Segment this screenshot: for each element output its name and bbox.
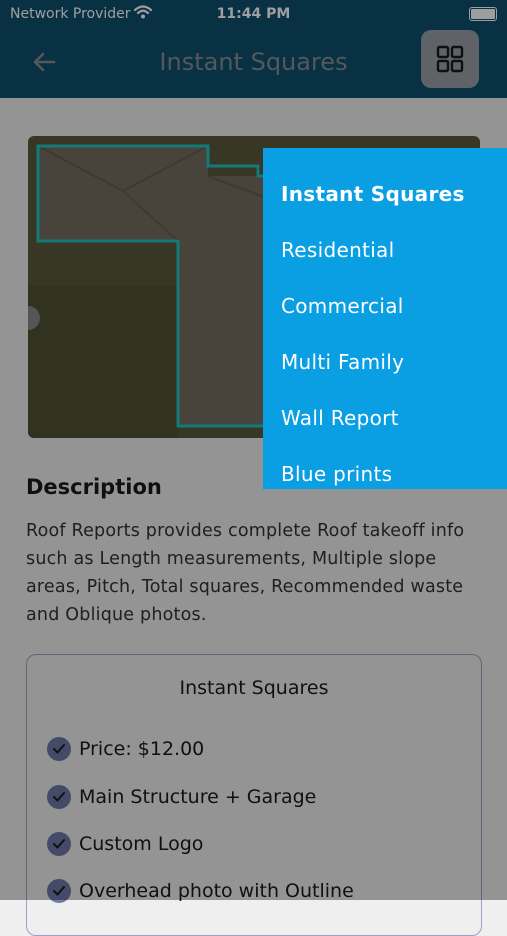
menu-item-multi-family[interactable]: Multi Family <box>281 350 404 374</box>
menu-item-residential[interactable]: Residential <box>281 238 394 262</box>
menu-item-wall-report[interactable]: Wall Report <box>281 406 399 430</box>
report-type-menu: Instant Squares Residential Commercial M… <box>263 148 507 489</box>
menu-item-blue-prints[interactable]: Blue prints <box>281 462 392 486</box>
menu-item-instant-squares[interactable]: Instant Squares <box>281 182 465 206</box>
menu-item-commercial[interactable]: Commercial <box>281 294 404 318</box>
